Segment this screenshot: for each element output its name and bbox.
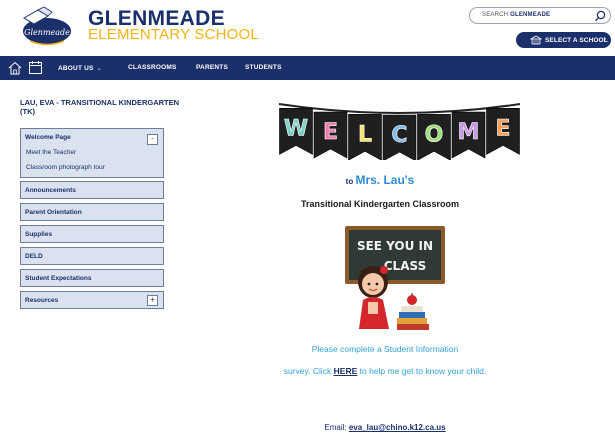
sidebar-item-parent-orientation[interactable]: Parent Orientation <box>20 203 164 221</box>
banner-letter: M <box>458 120 480 145</box>
banner-letter: E <box>323 120 338 145</box>
sidebar-item-label: Supplies <box>25 231 53 238</box>
banner-flag: E <box>486 108 520 155</box>
search-box[interactable]: SEARCH GLENMEADE <box>469 7 611 24</box>
sidebar-item-supplies[interactable]: Supplies <box>20 225 164 243</box>
teacher-name: Mrs. Lau's <box>355 173 415 187</box>
sidebar-section-welcome: Welcome Page - Meet the Teacher Classroo… <box>20 128 164 178</box>
greeting-line: to Mrs. Lau's <box>220 173 540 187</box>
email-label: Email: <box>324 423 347 432</box>
search-prefix: SEARCH <box>482 12 509 18</box>
logo-text: Glenmeade <box>24 28 70 37</box>
banner-flag: M <box>451 111 486 159</box>
select-school-button[interactable]: SELECT A SCHOOL › <box>516 32 611 48</box>
banner-flag: O <box>417 113 451 161</box>
sidebar-item-welcome-page[interactable]: Welcome Page <box>25 134 71 141</box>
banner-letter: W <box>284 116 308 141</box>
email-line: Email: eva_lau@chino.k12.ca.us <box>220 423 550 432</box>
banner-letter: E <box>495 116 510 141</box>
welcome-bunting: WELCOME <box>278 103 521 162</box>
welcome-banner: WELCOME <box>277 100 522 162</box>
banner-flag: C <box>382 114 417 162</box>
expand-toggle[interactable]: + <box>147 295 158 306</box>
survey-link[interactable]: HERE <box>334 366 358 376</box>
nav-about-us[interactable]: ABOUT US ⌄ <box>58 64 102 72</box>
banner-letter: L <box>358 122 372 147</box>
nav-students[interactable]: STUDENTS <box>245 64 282 71</box>
email-link[interactable]: eva_lau@chino.k12.ca.us <box>349 423 446 432</box>
nav-about-us-label: ABOUT US <box>58 65 94 72</box>
banner-flag: L <box>348 113 382 161</box>
sidebar-item-announcements[interactable]: Announcements <box>20 181 164 199</box>
chevron-down-icon: ⌄ <box>96 65 103 72</box>
survey-info-line-1: Please complete a Student Information <box>311 344 459 354</box>
banner-flag: W <box>279 108 313 155</box>
search-placeholder[interactable]: SEARCH GLENMEADE <box>482 12 550 18</box>
school-logo[interactable]: Glenmeade <box>18 4 76 48</box>
logo-graphic: Glenmeade <box>23 6 71 46</box>
search-school: GLENMEADE <box>510 12 551 18</box>
survey-info-line-2: survey. Click HERE to help me get to kno… <box>220 366 550 376</box>
home-icon[interactable] <box>7 60 23 76</box>
chalkboard-line-2: CLASS <box>384 259 427 273</box>
survey-text-post: to help me get to know your child. <box>359 366 487 376</box>
sidebar-item-label: DELD <box>25 253 43 260</box>
class-title: Transitional Kindergarten Classroom <box>300 199 460 209</box>
chalkboard-image: SEE YOU IN CLASS <box>345 226 445 330</box>
nav-classrooms[interactable]: CLASSROOMS <box>128 64 177 71</box>
main-nav: ABOUT US ⌄ CLASSROOMS PARENTS STUDENTS <box>0 56 615 80</box>
classroom-illustration: SEE YOU IN CLASS <box>335 224 453 334</box>
chalkboard-line-1: SEE YOU IN <box>357 239 433 253</box>
sidebar-item-label: Announcements <box>25 187 76 194</box>
search-icon[interactable] <box>594 10 606 22</box>
nav-parents[interactable]: PARENTS <box>196 64 228 71</box>
collapse-toggle[interactable]: - <box>147 134 158 145</box>
banner-letter: O <box>425 122 444 147</box>
sidebar-item-meet-teacher[interactable]: Meet the Teacher <box>26 149 76 156</box>
school-subtitle: ELEMENTARY SCHOOL <box>88 26 259 43</box>
sidebar-item-deld[interactable]: DELD <box>20 247 164 265</box>
page-title: LAU, EVA - TRANSITIONAL KINDERGARTEN (TK… <box>20 98 180 116</box>
sidebar-item-label: Resources <box>25 297 59 304</box>
sidebar-item-label: Parent Orientation <box>25 209 82 216</box>
sidebar-item-classroom-tour[interactable]: Classroom photograph tour <box>26 164 105 171</box>
select-school-label: SELECT A SCHOOL <box>545 36 608 44</box>
chevron-right-icon: › <box>603 34 606 43</box>
survey-text-pre: survey. Click <box>283 366 332 376</box>
sidebar-item-resources[interactable]: Resources + <box>20 291 164 309</box>
calendar-icon[interactable] <box>28 60 43 75</box>
greeting-prefix: to <box>345 177 354 186</box>
banner-letter: C <box>391 123 407 148</box>
sidebar-item-student-expectations[interactable]: Student Expectations <box>20 269 164 287</box>
banner-flag: E <box>313 111 348 159</box>
sidebar-item-label: Student Expectations <box>25 275 92 282</box>
school-building-icon <box>530 35 542 45</box>
site-header: Glenmeade GLENMEADE ELEMENTARY SCHOOL SE… <box>0 0 615 56</box>
